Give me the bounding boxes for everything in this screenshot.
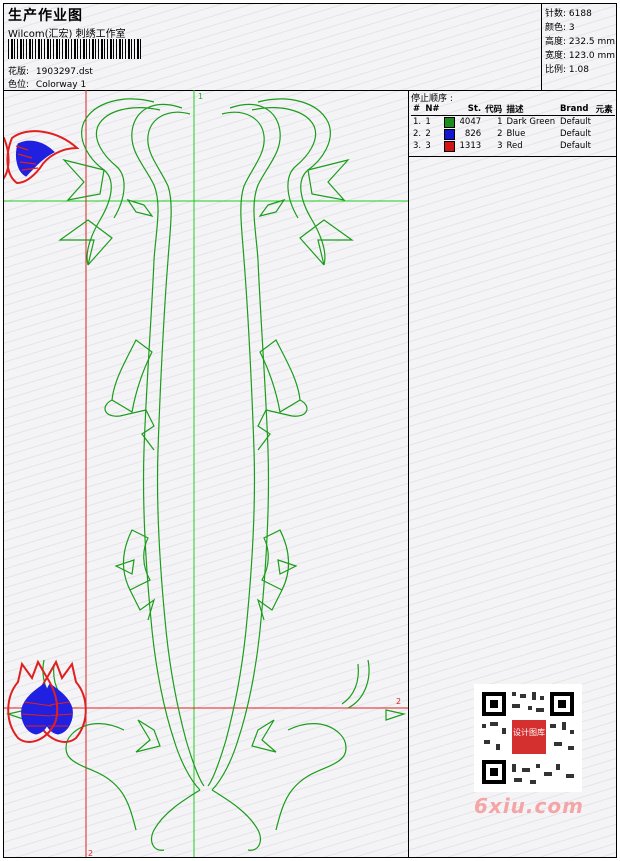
design-row: 花版: 1903297.dst [8, 64, 93, 77]
design-label: 花版: [8, 67, 30, 77]
stat-stitches: 针数: 6188 [545, 9, 592, 19]
colorway-value: Colorway 1 [35, 80, 87, 90]
table-row: 2. 2 826 2 Blue Default [411, 128, 615, 140]
row-index: 1. [413, 117, 422, 127]
qr-code: 设计图库 [474, 684, 582, 792]
color-swatch [443, 140, 455, 152]
stop-sequence-table: # N# St. 代码 描述 Brand 元素 1. 1 4047 1 Dark… [411, 103, 615, 152]
production-sheet: 生产作业图 Wilcom(汇宏) 刺绣工作室 花版: 1903297.dst 色… [3, 3, 617, 858]
stop-sequence-panel: 停止顺序 : # N# St. 代码 描述 Brand 元素 1. 1 4047… [409, 90, 616, 157]
table-row: 1. 1 4047 1 Dark Green Default [411, 116, 615, 129]
stat-ratio: 比例: 1.08 [545, 65, 589, 75]
studio-name: Wilcom(汇宏) 刺绣工作室 [8, 29, 126, 40]
row-stitches: 826 [464, 129, 482, 139]
row-brand: Default [559, 141, 592, 151]
colorway-label: 色位: [8, 80, 30, 90]
row-brand: Default [559, 117, 592, 127]
stat-colors: 颜色: 3 [545, 23, 575, 33]
site-watermark: 6xiu.com [474, 794, 584, 818]
row-brand: Default [559, 129, 592, 139]
tulip-top-right [4, 130, 10, 184]
row-n: 3 [425, 141, 431, 151]
table-header-row: # N# St. 代码 描述 Brand 元素 [411, 103, 615, 116]
col-n: N# [423, 103, 442, 116]
color-swatch [443, 128, 455, 140]
row-desc: Blue [506, 129, 526, 139]
row-desc: Dark Green [506, 117, 556, 127]
col-brand: Brand [557, 103, 594, 116]
row-desc: Red [506, 141, 523, 151]
green-vine-outline [5, 98, 407, 851]
color-swatch [443, 116, 455, 128]
row-index: 2. [413, 129, 422, 139]
col-code: 代码 [483, 103, 505, 116]
row-code: 2 [497, 129, 503, 139]
embroidery-drawing: 1 2 2 [4, 90, 408, 857]
guide-label-right: 2 [396, 697, 401, 706]
design-canvas: 1 2 2 [4, 90, 409, 857]
page-title: 生产作业图 [8, 8, 83, 24]
qr-badge-text: 设计图库 [513, 727, 545, 737]
row-n: 1 [425, 117, 431, 127]
stat-height: 高度: 232.5 mm [545, 37, 616, 47]
stats-panel: 针数: 6188 颜色: 3 高度: 232.5 mm 宽度: 123.0 mm… [541, 4, 617, 90]
col-element: 元素 [593, 103, 615, 116]
col-index: # [411, 103, 424, 116]
row-code: 3 [497, 141, 503, 151]
row-code: 1 [497, 117, 503, 127]
guide-label-bottom: 2 [88, 849, 93, 857]
qr-code-graphic: 设计图库 [474, 684, 582, 792]
table-row: 3. 3 1313 3 Red Default [411, 140, 615, 152]
colorway-row: 色位: Colorway 1 [8, 77, 86, 90]
col-desc: 描述 [504, 103, 558, 116]
stat-width: 宽度: 123.0 mm [545, 51, 616, 61]
guide-label-top: 1 [198, 92, 203, 101]
row-stitches: 1313 [459, 141, 482, 151]
tulip-top-left [6, 130, 79, 184]
design-value: 1903297.dst [35, 67, 93, 77]
row-index: 3. [413, 141, 422, 151]
row-stitches: 4047 [459, 117, 482, 127]
col-stitches: St. [457, 103, 484, 116]
barcode [8, 39, 141, 59]
header-info: 生产作业图 Wilcom(汇宏) 刺绣工作室 花版: 1903297.dst 色… [8, 4, 538, 90]
header: 生产作业图 Wilcom(汇宏) 刺绣工作室 花版: 1903297.dst 色… [4, 4, 616, 91]
row-n: 2 [425, 129, 431, 139]
